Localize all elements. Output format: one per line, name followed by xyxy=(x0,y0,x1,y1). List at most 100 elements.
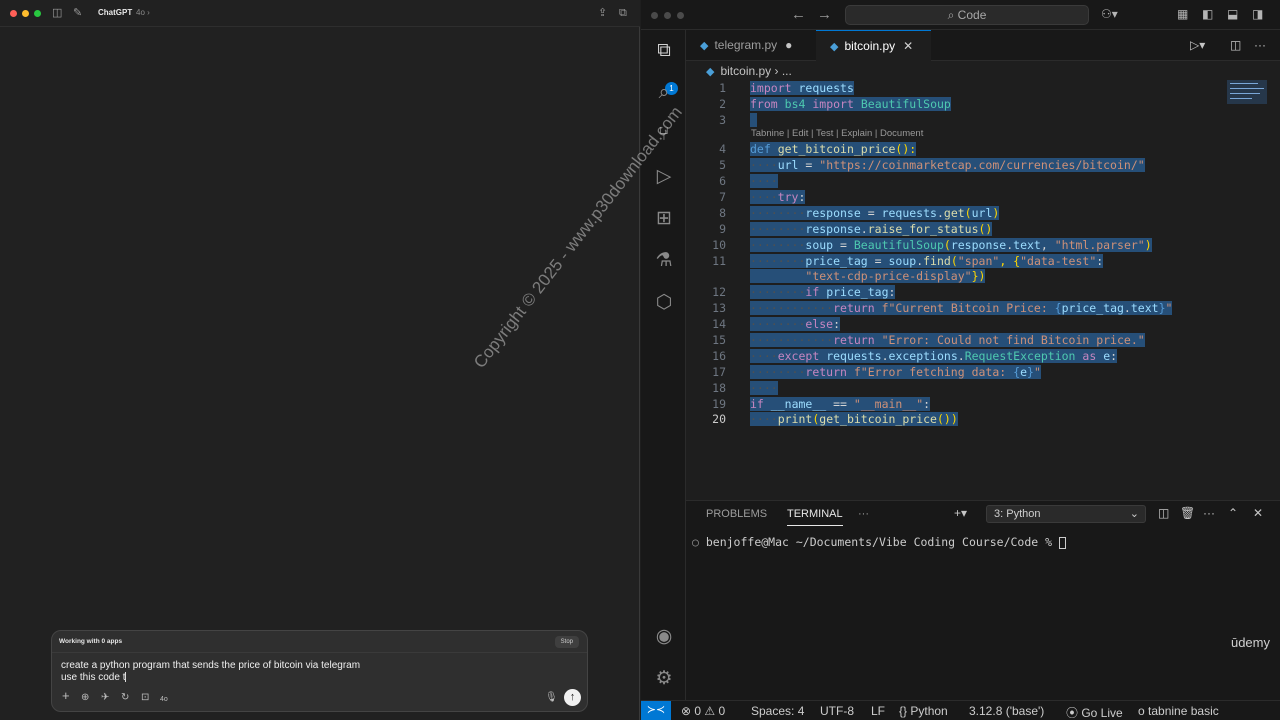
vscode-window: ← → ⌕ Code ⚇▾ ▦ ◧ ⬓ ◨ ⧉ 1 ⌕ ⑂ ▷ ⊞ ⚗ ⬡ ◉ … xyxy=(641,0,1280,720)
close-panel-icon[interactable]: ✕ xyxy=(1253,506,1263,520)
breadcrumb[interactable]: ◆ bitcoin.py › ... xyxy=(706,64,792,78)
problems-status[interactable]: ⊗ 0 ⚠ 0 xyxy=(681,704,725,718)
minimap-line xyxy=(1230,98,1252,99)
back-icon[interactable]: ← xyxy=(791,6,806,23)
stop-button[interactable]: Stop xyxy=(554,636,579,648)
model-badge[interactable]: 4o xyxy=(160,694,168,706)
close-window-button[interactable] xyxy=(651,12,658,19)
explorer-icon[interactable]: ⧉ xyxy=(651,38,677,64)
tab-terminal[interactable]: TERMINAL xyxy=(787,508,843,526)
code-line: ····url = "https://coinmarketcap.com/cur… xyxy=(750,158,1145,172)
new-chat-icon[interactable]: ✎ xyxy=(73,7,82,19)
tabnine-codelens[interactable]: Tabnine | Edit | Test | Explain | Docume… xyxy=(751,128,923,139)
testing-icon[interactable]: ⚗ xyxy=(651,248,677,274)
search-icon[interactable]: ⌕ xyxy=(651,80,677,106)
toggle-sidebar-icon[interactable]: ◧ xyxy=(1202,7,1213,21)
line-number: 18 xyxy=(712,381,726,395)
more-actions-icon[interactable]: ··· xyxy=(1254,38,1266,52)
model-selector[interactable]: 4o › xyxy=(136,8,150,17)
code-line: if __name__ == "__main__": xyxy=(750,397,931,411)
line-number: 5 xyxy=(719,158,726,172)
language-status[interactable]: {} Python xyxy=(899,704,948,718)
window-icon[interactable]: ⧉ xyxy=(619,7,627,19)
extensions-icon[interactable]: ⊞ xyxy=(651,206,677,232)
tab-bitcoin[interactable]: ◆ bitcoin.py ✕ xyxy=(816,30,931,61)
sidebar-icon[interactable]: ◫ xyxy=(52,7,62,19)
send-button[interactable]: ↑ xyxy=(564,689,581,706)
close-window-button[interactable] xyxy=(10,10,17,17)
minimap-line xyxy=(1230,93,1260,94)
code-line: ········return f"Error fetching data: {e… xyxy=(750,365,1041,379)
microphone-icon[interactable]: 🎙 xyxy=(545,692,558,704)
message-composer[interactable]: Working with 0 apps Stop create a python… xyxy=(51,630,588,712)
remote-icon[interactable]: ≻≺ xyxy=(641,701,671,720)
tools-icon[interactable]: ✈ xyxy=(101,692,109,704)
toggle-panel-icon[interactable]: ⬓ xyxy=(1227,7,1238,21)
zoom-window-button[interactable] xyxy=(34,10,41,17)
prompt-line-2: use this code t xyxy=(61,672,126,683)
remote-explorer-icon[interactable]: ⬡ xyxy=(651,290,677,316)
tab-telegram[interactable]: ◆ telegram.py ● xyxy=(686,30,816,61)
encoding-status[interactable]: UTF-8 xyxy=(820,704,854,718)
code-line: ········response.raise_for_status() xyxy=(750,222,993,236)
terminal-output[interactable]: ○ benjoffe@Mac ~/Documents/Vibe Coding C… xyxy=(692,535,1066,549)
code-line: ············return f"Current Bitcoin Pri… xyxy=(750,301,1173,315)
line-number: 16 xyxy=(712,349,726,363)
eol-status[interactable]: LF xyxy=(871,704,885,718)
panel-more-icon[interactable]: ··· xyxy=(858,508,869,520)
line-number: 6 xyxy=(719,174,726,188)
screen: ◫ ✎ ChatGPT 4o › ⇪ ⧉ Working with 0 apps… xyxy=(0,0,1280,720)
split-terminal-icon[interactable]: ◫ xyxy=(1158,506,1169,520)
close-tab-icon[interactable]: ✕ xyxy=(903,39,913,53)
share-icon[interactable]: ⇪ xyxy=(598,7,607,19)
code-editor[interactable]: 1 2 3 4 5 6 7 8 9 10 11 12 13 14 15 16 1… xyxy=(686,80,1280,500)
toggle-secondary-sidebar-icon[interactable]: ◨ xyxy=(1252,7,1263,21)
terminal-select[interactable]: 3: Python ⌄ xyxy=(986,505,1146,523)
line-number: 4 xyxy=(719,142,726,156)
code-line: ········soup = BeautifulSoup(response.te… xyxy=(750,238,1152,252)
more-icon[interactable]: ··· xyxy=(1203,506,1215,520)
line-number: 17 xyxy=(712,365,726,379)
run-debug-icon[interactable]: ▷ xyxy=(651,164,677,190)
zoom-window-button[interactable] xyxy=(677,12,684,19)
minimap[interactable] xyxy=(1227,80,1267,104)
tabnine-status[interactable]: o tabnine basic xyxy=(1138,704,1219,718)
source-control-icon[interactable]: ⑂ xyxy=(651,122,677,148)
code-line: import requests xyxy=(750,81,854,95)
tab-problems[interactable]: PROBLEMS xyxy=(706,508,767,520)
editor-tabs: ◆ telegram.py ● ◆ bitcoin.py ✕ ▷▾ ◫ ··· xyxy=(686,30,1280,61)
trash-icon[interactable]: 🗑 xyxy=(1180,506,1195,520)
command-center-search[interactable]: ⌕ Code xyxy=(845,5,1089,25)
account-icon[interactable]: ◉ xyxy=(651,624,677,650)
new-terminal-icon[interactable]: +▾ xyxy=(954,506,967,520)
line-number: 15 xyxy=(712,333,726,347)
activity-bar: ⧉ 1 ⌕ ⑂ ▷ ⊞ ⚗ ⬡ ◉ ⚙ xyxy=(641,30,686,700)
code-line: def get_bitcoin_price(): xyxy=(750,142,917,156)
forward-icon[interactable]: → xyxy=(817,6,832,23)
bottom-panel: PROBLEMS TERMINAL ··· +▾ 3: Python ⌄ ◫ 🗑… xyxy=(686,500,1280,700)
minimize-window-button[interactable] xyxy=(664,12,671,19)
minimap-line xyxy=(1230,88,1264,89)
maximize-panel-icon[interactable]: ⌃ xyxy=(1228,506,1238,520)
refresh-icon[interactable]: ↻ xyxy=(121,692,129,704)
minimize-window-button[interactable] xyxy=(22,10,29,17)
layout-icon[interactable]: ▦ xyxy=(1177,7,1188,21)
screenshot-icon[interactable]: ⊡ xyxy=(141,692,149,704)
add-icon[interactable]: + xyxy=(62,689,70,702)
prompt-line-1: create a python program that sends the p… xyxy=(61,660,361,671)
copilot-icon[interactable]: ⚇▾ xyxy=(1101,7,1118,21)
broadcast-icon: ⦿ xyxy=(1066,706,1082,720)
go-live-button[interactable]: ⦿ Go Live xyxy=(1066,704,1123,720)
indentation-status[interactable]: Spaces: 4 xyxy=(751,704,804,718)
line-number: 12 xyxy=(712,285,726,299)
settings-gear-icon[interactable]: ⚙ xyxy=(651,666,677,692)
terminal-cursor xyxy=(1058,536,1066,549)
split-editor-icon[interactable]: ◫ xyxy=(1230,38,1241,52)
web-search-icon[interactable]: ⊕ xyxy=(81,692,89,704)
prompt-input[interactable]: create a python program that sends the p… xyxy=(61,660,541,684)
code-line: ···· xyxy=(750,174,778,188)
code-line: ····print(get_bitcoin_price()) xyxy=(750,412,958,426)
run-file-icon[interactable]: ▷▾ xyxy=(1190,38,1205,52)
interpreter-status[interactable]: 3.12.8 ('base') xyxy=(969,704,1044,718)
tab-label: bitcoin.py xyxy=(844,39,896,53)
